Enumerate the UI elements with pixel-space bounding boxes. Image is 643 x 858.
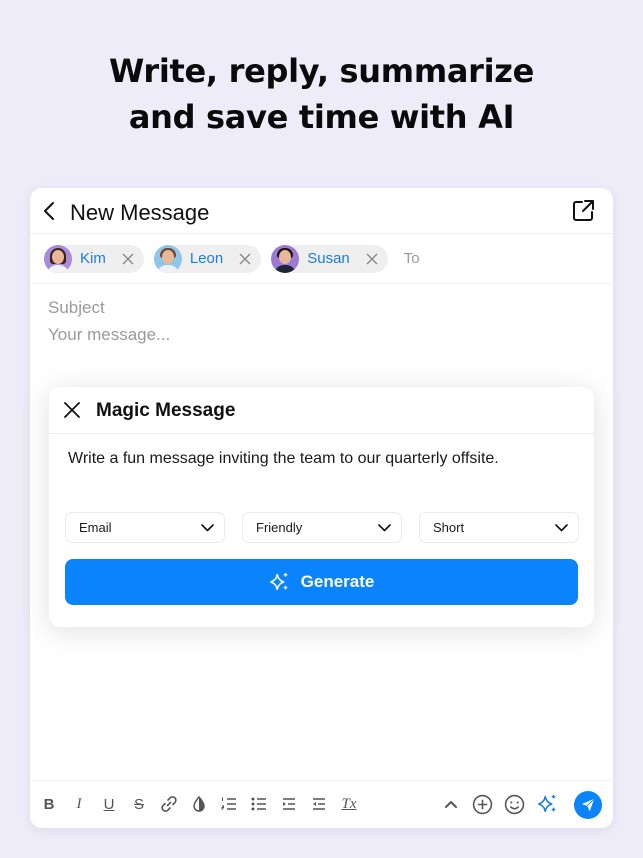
format-toolbar: B I U S Tx (30, 780, 613, 828)
outdent-icon (313, 798, 325, 810)
length-select[interactable]: Short (419, 512, 579, 543)
recipient-name: Susan (307, 250, 350, 267)
emoji-button[interactable] (503, 793, 525, 815)
headline: Write, reply, summarize and save time wi… (0, 48, 643, 140)
subject-input[interactable]: Subject (48, 298, 595, 324)
chevron-down-icon (378, 523, 391, 531)
compose-title: New Message (70, 200, 210, 225)
recipients-field[interactable]: Kim Leon Susan To (30, 234, 613, 284)
magic-message-header: Magic Message (49, 387, 594, 434)
tone-select-value: Friendly (256, 520, 303, 535)
close-icon[interactable] (64, 402, 80, 418)
recipient-name: Kim (80, 250, 106, 267)
indent-button[interactable] (278, 793, 300, 815)
avatar (44, 244, 72, 273)
headline-line-1: Write, reply, summarize (108, 52, 535, 90)
color-button[interactable] (188, 793, 210, 815)
numbered-list-button[interactable] (218, 793, 240, 815)
length-select-value: Short (433, 520, 465, 535)
send-icon (581, 798, 595, 812)
recipient-chip[interactable]: Kim (44, 244, 144, 273)
outdent-button[interactable] (308, 793, 330, 815)
add-attachment-button[interactable] (471, 793, 493, 815)
option-selects: Email Friendly Short (65, 512, 579, 543)
prompt-input[interactable]: Write a fun message inviting the team to… (68, 450, 499, 468)
indent-icon (283, 798, 295, 810)
ai-assist-button[interactable] (537, 793, 559, 815)
bullet-list-button[interactable] (248, 793, 270, 815)
sparkles-icon (269, 572, 287, 591)
chevron-left-icon[interactable] (42, 201, 56, 221)
clear-format-button[interactable]: Tx (338, 793, 360, 815)
recipient-name: Leon (189, 250, 224, 267)
compose-body: Subject Your message... (30, 284, 613, 365)
strikethrough-button[interactable]: S (128, 793, 150, 815)
chevron-up-icon (445, 801, 457, 808)
underline-button[interactable]: U (98, 793, 120, 815)
generate-label: Generate (300, 572, 375, 591)
collapse-toolbar-button[interactable] (440, 793, 462, 815)
remove-recipient-icon[interactable] (366, 253, 378, 265)
chevron-down-icon (555, 523, 568, 531)
chevron-down-icon (201, 523, 214, 531)
magic-message-title: Magic Message (96, 400, 236, 421)
bullet-list-icon (251, 797, 266, 811)
italic-button[interactable]: I (68, 793, 90, 815)
recipient-chip[interactable]: Susan (271, 244, 388, 273)
emoji-icon (504, 794, 524, 814)
remove-recipient-icon[interactable] (239, 253, 251, 265)
bold-button[interactable]: B (38, 793, 60, 815)
generate-button[interactable]: Generate (65, 559, 578, 605)
add-icon (472, 794, 492, 814)
message-input[interactable]: Your message... (48, 325, 595, 351)
link-button[interactable] (158, 793, 180, 815)
magic-message-panel: Magic Message Write a fun message inviti… (49, 387, 594, 627)
avatar (271, 244, 300, 273)
headline-line-2: and save time with AI (128, 98, 515, 136)
remove-recipient-icon[interactable] (122, 253, 134, 265)
tone-select[interactable]: Friendly (242, 512, 402, 543)
link-icon (161, 796, 177, 812)
compose-header: New Message (30, 188, 613, 234)
send-button[interactable] (574, 791, 602, 819)
open-external-icon[interactable] (571, 199, 595, 223)
to-label[interactable]: To (404, 250, 420, 267)
numbered-list-icon (221, 797, 236, 810)
type-select[interactable]: Email (65, 512, 225, 543)
color-icon (193, 795, 205, 812)
ai-sparkles-icon (538, 794, 556, 813)
type-select-value: Email (79, 520, 112, 535)
recipient-chip[interactable]: Leon (153, 244, 262, 273)
avatar (153, 244, 182, 273)
